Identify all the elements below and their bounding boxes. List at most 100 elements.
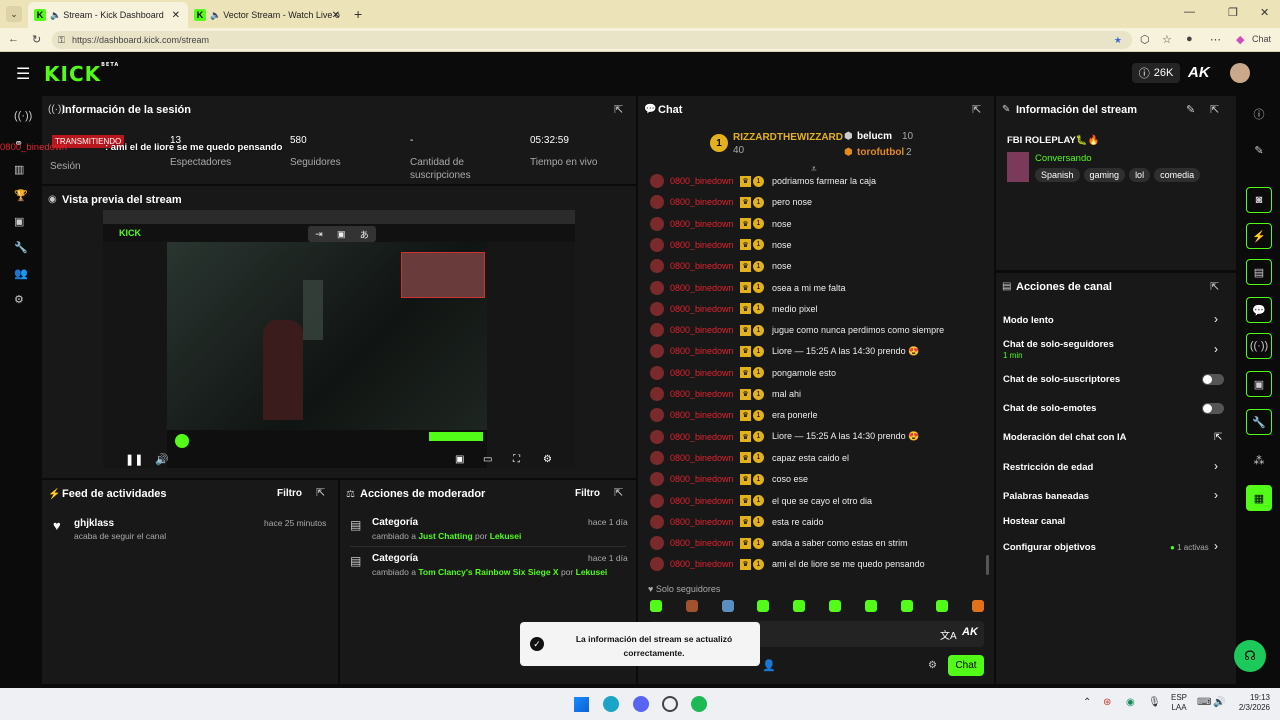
chat-avatar[interactable] xyxy=(650,387,664,401)
document-icon[interactable]: ▤ xyxy=(1246,259,1272,285)
info-icon[interactable]: ⓘ xyxy=(1246,101,1272,127)
ak-emote-icon[interactable]: AK xyxy=(962,626,978,638)
wrench-icon[interactable]: 🔧 xyxy=(14,241,28,254)
maximize-icon[interactable]: ❐ xyxy=(1228,6,1238,19)
ai-moderation-action[interactable]: Moderación del chat con IA xyxy=(1003,432,1127,443)
close-tab-icon[interactable]: ✕ xyxy=(172,10,180,21)
url-field[interactable]: ⚿ https://dashboard.kick.com/stream ★ xyxy=(52,31,1132,49)
chat-avatar[interactable] xyxy=(650,408,664,423)
camera-icon[interactable]: ◙ xyxy=(1246,187,1272,213)
theater-icon[interactable]: ▭ xyxy=(483,454,492,465)
gifter-name[interactable]: belucm xyxy=(857,131,892,142)
kick-logo[interactable]: KICKBETA xyxy=(44,62,119,86)
chevron-right-icon[interactable]: › xyxy=(1214,342,1218,356)
chat-bubble-icon[interactable]: 💬 xyxy=(1246,297,1272,323)
chat-message[interactable]: 0800_binedown ♛ 1 jugue como nunca perdimos… xyxy=(650,320,944,340)
chat-username[interactable]: 0800_binedown xyxy=(670,496,740,506)
volume-icon[interactable]: 🔊 xyxy=(155,453,169,466)
close-tab-icon[interactable]: ✕ xyxy=(332,10,340,21)
speaker-icon[interactable]: 🔊 xyxy=(1213,697,1225,708)
chat-message[interactable]: 0800_binedown ♛ 1 nose xyxy=(650,235,792,255)
chat-message[interactable]: 0800_binedown ♛ 1 anda a saber como estas e… xyxy=(650,533,908,553)
network-icon[interactable]: ⌨ xyxy=(1197,697,1211,708)
stack-icon[interactable]: ▣ xyxy=(1246,371,1272,397)
emote-icon[interactable] xyxy=(721,600,734,612)
chat-message[interactable]: 0800_binedown ♛ 1 mal ahi xyxy=(650,384,801,404)
chat-username[interactable]: 0800_binedown xyxy=(670,559,740,569)
discord-icon[interactable] xyxy=(633,696,649,712)
chat-avatar[interactable] xyxy=(650,493,664,508)
chat-avatar[interactable] xyxy=(650,472,664,487)
top-gifter-name[interactable]: RIZZARDTHEWIZZARD xyxy=(733,132,843,143)
chat-username[interactable]: 0800_binedown xyxy=(670,474,740,484)
broadcast-icon[interactable]: ((·)) xyxy=(1246,333,1272,359)
bolt-icon[interactable]: ⚡ xyxy=(1246,223,1272,249)
popout-icon[interactable]: ⇱ xyxy=(1210,280,1219,293)
chat-avatar[interactable] xyxy=(650,259,664,274)
avatar[interactable] xyxy=(1230,63,1250,83)
chat-username[interactable]: 0800_binedown xyxy=(670,346,740,356)
emote-icon[interactable] xyxy=(793,600,806,612)
minimize-icon[interactable]: — xyxy=(1184,6,1195,18)
gifter-name[interactable]: torofutbol xyxy=(857,147,904,158)
green-app-icon[interactable]: ▦ xyxy=(1246,485,1272,511)
chat-avatar[interactable] xyxy=(650,174,664,188)
support-headset-icon[interactable]: ☊ xyxy=(1234,640,1266,672)
slow-mode-action[interactable]: Modo lento xyxy=(1003,315,1054,326)
emote-icon[interactable] xyxy=(829,600,841,612)
chevron-right-icon[interactable]: › xyxy=(1214,312,1218,326)
chat-avatar[interactable] xyxy=(650,536,664,551)
chat-scrollbar[interactable] xyxy=(986,555,989,575)
wrench-icon[interactable]: 🔧 xyxy=(1246,409,1272,435)
chat-avatar[interactable] xyxy=(650,280,664,295)
translate-icon[interactable]: あ xyxy=(360,228,369,241)
edge-icon[interactable] xyxy=(603,696,619,712)
chat-avatar[interactable] xyxy=(650,301,664,316)
chat-message[interactable]: 0800_binedown ♛ 1 ami el de liore se me que… xyxy=(650,554,925,574)
chat-avatar[interactable] xyxy=(650,365,664,380)
favorite-star-icon[interactable]: ★ xyxy=(1114,35,1122,46)
emote-icon[interactable] xyxy=(900,600,913,612)
chat-avatar[interactable] xyxy=(650,216,664,231)
users-icon[interactable]: 👥 xyxy=(14,267,28,280)
nodes-icon[interactable]: ⁂ xyxy=(1246,447,1272,473)
preview-floating-controls[interactable]: ⇥ ▣ あ xyxy=(308,226,376,242)
followers-only-action[interactable]: Chat de solo-seguidores xyxy=(1003,339,1114,350)
favorites-icon[interactable]: ☆ xyxy=(1162,33,1172,46)
chat-message[interactable]: 0800_binedown ♛ 1 nose xyxy=(650,256,792,276)
chat-message[interactable]: 0800_binedown ♛ 1 pero nose xyxy=(650,192,812,212)
chat-message[interactable]: 0800_binedown ♛ 1 podriamos farmear la caja xyxy=(650,171,876,191)
emote-icon[interactable] xyxy=(685,600,698,612)
chat-message[interactable]: 0800_binedown ♛ 1 osea a mi me falta xyxy=(650,278,846,298)
external-link-icon[interactable]: ⇱ xyxy=(1214,432,1222,443)
tray-app-icon[interactable]: ◉ xyxy=(1126,697,1135,708)
banned-words-action[interactable]: Palabras baneadas xyxy=(1003,491,1089,502)
stream-preview-video[interactable]: KICK ⇥ ▣ あ ❚❚ 🔊 ▣ ▭ ⛶ ⚙ xyxy=(103,210,575,468)
mod-user[interactable]: Lekusei xyxy=(576,567,608,577)
chat-avatar[interactable] xyxy=(650,557,664,572)
video-icon[interactable]: ▣ xyxy=(14,215,24,228)
feed-filter-button[interactable]: Filtro xyxy=(277,488,302,499)
extensions-icon[interactable]: ⬡ xyxy=(1140,33,1150,46)
chat-avatar[interactable] xyxy=(650,195,664,210)
chat-username[interactable]: 0800_binedown xyxy=(670,453,740,463)
pencil-icon[interactable]: ✎ xyxy=(1246,137,1272,163)
back-icon[interactable]: ← xyxy=(8,33,19,45)
chevron-right-icon[interactable]: › xyxy=(1214,459,1218,473)
chat-message[interactable]: 0800_binedown ♛ 1 el que se cayo el otro di… xyxy=(650,491,872,511)
chat-username[interactable]: 0800_binedown xyxy=(670,410,740,420)
refresh-icon[interactable]: ↻ xyxy=(32,33,41,46)
feed-user[interactable]: ghjklass xyxy=(74,518,114,529)
edit-icon[interactable]: ✎ xyxy=(1186,103,1195,116)
spotify-icon[interactable] xyxy=(691,696,707,712)
broadcast-icon[interactable]: ((·)) xyxy=(14,110,32,122)
chat-message[interactable]: 0800_binedown ♛ 1 coso ese xyxy=(650,469,808,489)
pip-icon[interactable]: ▣ xyxy=(337,229,346,240)
chat-message[interactable]: 0800_binedown ♛ 1 medio pixel xyxy=(650,299,818,319)
profile-icon[interactable]: ● xyxy=(1186,33,1193,45)
translate-icon[interactable]: 文A xyxy=(940,627,957,642)
chat-username[interactable]: 0800_binedown xyxy=(670,325,740,335)
browser-chat-label[interactable]: Chat xyxy=(1252,34,1271,44)
ak-logo-icon[interactable]: AK xyxy=(1188,64,1210,81)
chat-message[interactable]: 0800_binedown ♛ 1 pongamole esto xyxy=(650,363,836,383)
